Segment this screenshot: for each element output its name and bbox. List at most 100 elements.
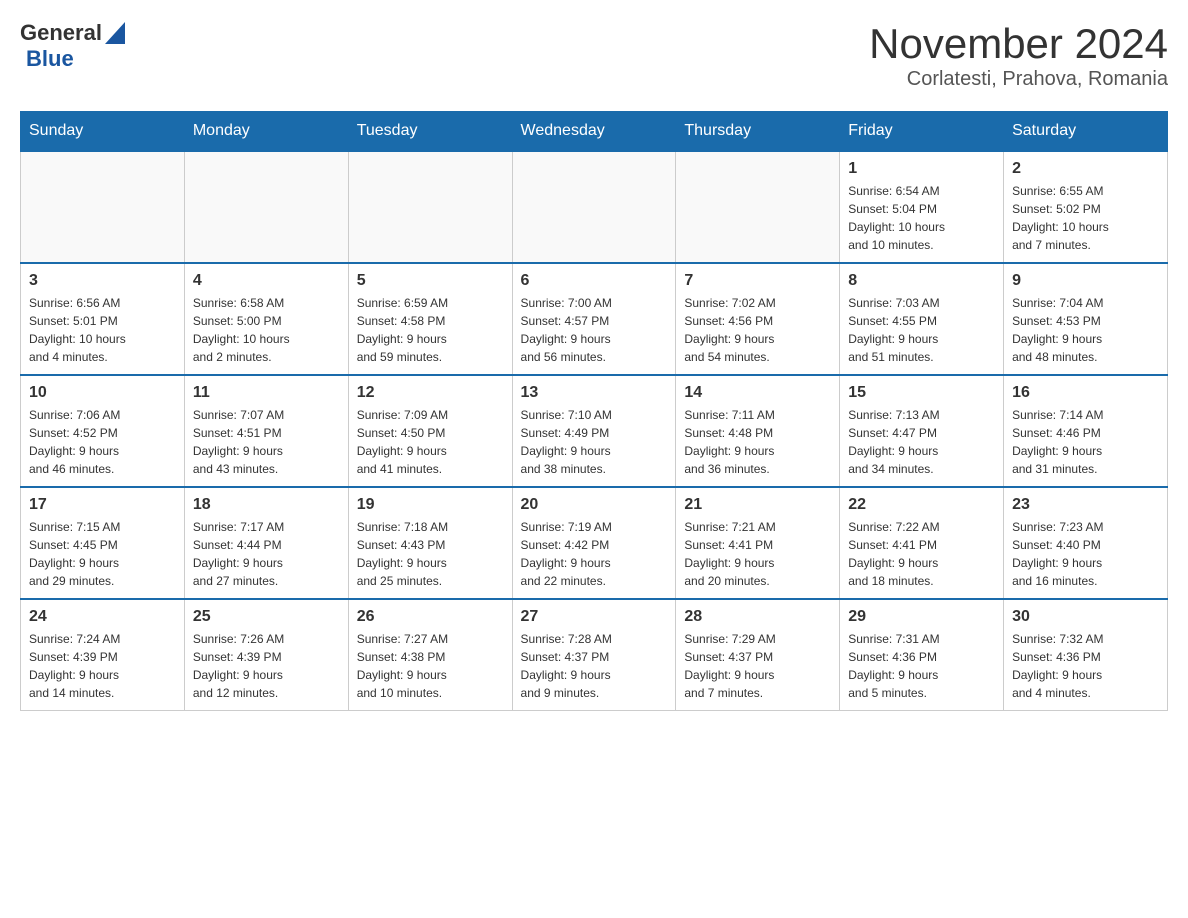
calendar-cell: 12Sunrise: 7:09 AM Sunset: 4:50 PM Dayli… <box>348 375 512 487</box>
day-info: Sunrise: 7:32 AM Sunset: 4:36 PM Dayligh… <box>1012 630 1159 702</box>
day-info: Sunrise: 7:23 AM Sunset: 4:40 PM Dayligh… <box>1012 518 1159 590</box>
calendar-cell: 2Sunrise: 6:55 AM Sunset: 5:02 PM Daylig… <box>1004 151 1168 263</box>
day-number: 9 <box>1012 272 1159 290</box>
day-number: 6 <box>521 272 668 290</box>
day-number: 3 <box>29 272 176 290</box>
day-number: 19 <box>357 496 504 514</box>
logo-triangle-icon <box>105 22 125 44</box>
header-wednesday: Wednesday <box>512 112 676 152</box>
week-row-5: 24 Sunrise: 7:24 AM Sunset: 4:39 PM Dayli… <box>21 599 1168 711</box>
calendar-cell: 27 Sunrise: 7:28 AM Sunset: 4:37 PM Dayli… <box>512 599 676 711</box>
header-tuesday: Tuesday <box>348 112 512 152</box>
logo-blue-text: Blue <box>26 46 74 72</box>
calendar-cell: 1 Sunrise: 6:54 AM Sunset: 5:04 PM Daylig… <box>840 151 1004 263</box>
day-number: 15 <box>848 384 995 402</box>
calendar-title: November 2024 <box>869 20 1168 68</box>
day-info: Sunrise: 7:10 AM Sunset: 4:49 PM Dayligh… <box>521 406 668 478</box>
calendar-cell: 29 Sunrise: 7:31 AM Sunset: 4:36 PM Dayli… <box>840 599 1004 711</box>
calendar-cell: 15Sunrise: 7:13 AM Sunset: 4:47 PM Dayli… <box>840 375 1004 487</box>
day-number: 13 <box>521 384 668 402</box>
day-number: 22 <box>848 496 995 514</box>
calendar-cell: 7Sunrise: 7:02 AM Sunset: 4:56 PM Daylig… <box>676 263 840 375</box>
day-info: Sunrise: 6:55 AM Sunset: 5:02 PM Dayligh… <box>1012 182 1159 254</box>
day-number: 24 <box>29 608 176 626</box>
calendar-cell: 6 Sunrise: 7:00 AM Sunset: 4:57 PM Daylig… <box>512 263 676 375</box>
day-info: Sunrise: 7:14 AM Sunset: 4:46 PM Dayligh… <box>1012 406 1159 478</box>
calendar-cell <box>512 151 676 263</box>
calendar-cell <box>348 151 512 263</box>
calendar-cell <box>21 151 185 263</box>
calendar-cell: 4 Sunrise: 6:58 AM Sunset: 5:00 PM Daylig… <box>184 263 348 375</box>
calendar-cell <box>676 151 840 263</box>
day-number: 21 <box>684 496 831 514</box>
day-number: 11 <box>193 384 340 402</box>
logo: General Blue <box>20 20 125 72</box>
day-info: Sunrise: 7:07 AM Sunset: 4:51 PM Dayligh… <box>193 406 340 478</box>
week-row-4: 17Sunrise: 7:15 AM Sunset: 4:45 PM Dayli… <box>21 487 1168 599</box>
day-number: 25 <box>193 608 340 626</box>
day-info: Sunrise: 7:27 AM Sunset: 4:38 PM Dayligh… <box>357 630 504 702</box>
day-number: 4 <box>193 272 340 290</box>
calendar-header-row: SundayMondayTuesdayWednesdayThursdayFrid… <box>21 112 1168 152</box>
calendar-subtitle: Corlatesti, Prahova, Romania <box>869 68 1168 91</box>
calendar-cell: 13 Sunrise: 7:10 AM Sunset: 4:49 PM Dayli… <box>512 375 676 487</box>
day-number: 18 <box>193 496 340 514</box>
header-thursday: Thursday <box>676 112 840 152</box>
day-info: Sunrise: 7:26 AM Sunset: 4:39 PM Dayligh… <box>193 630 340 702</box>
calendar-cell: 18 Sunrise: 7:17 AM Sunset: 4:44 PM Dayli… <box>184 487 348 599</box>
day-info: Sunrise: 7:02 AM Sunset: 4:56 PM Dayligh… <box>684 294 831 366</box>
day-number: 27 <box>521 608 668 626</box>
calendar-cell: 5 Sunrise: 6:59 AM Sunset: 4:58 PM Daylig… <box>348 263 512 375</box>
day-number: 10 <box>29 384 176 402</box>
day-info: Sunrise: 7:03 AM Sunset: 4:55 PM Dayligh… <box>848 294 995 366</box>
calendar-cell: 26Sunrise: 7:27 AM Sunset: 4:38 PM Dayli… <box>348 599 512 711</box>
calendar-cell: 28 Sunrise: 7:29 AM Sunset: 4:37 PM Dayli… <box>676 599 840 711</box>
day-info: Sunrise: 6:54 AM Sunset: 5:04 PM Dayligh… <box>848 182 995 254</box>
calendar-cell <box>184 151 348 263</box>
day-info: Sunrise: 6:56 AM Sunset: 5:01 PM Dayligh… <box>29 294 176 366</box>
day-number: 23 <box>1012 496 1159 514</box>
day-info: Sunrise: 7:00 AM Sunset: 4:57 PM Dayligh… <box>521 294 668 366</box>
day-info: Sunrise: 7:19 AM Sunset: 4:42 PM Dayligh… <box>521 518 668 590</box>
page-header: General Blue November 2024 Corlatesti, P… <box>20 20 1168 91</box>
day-number: 28 <box>684 608 831 626</box>
day-info: Sunrise: 7:21 AM Sunset: 4:41 PM Dayligh… <box>684 518 831 590</box>
day-info: Sunrise: 7:31 AM Sunset: 4:36 PM Dayligh… <box>848 630 995 702</box>
day-number: 20 <box>521 496 668 514</box>
day-number: 29 <box>848 608 995 626</box>
day-info: Sunrise: 7:17 AM Sunset: 4:44 PM Dayligh… <box>193 518 340 590</box>
day-number: 14 <box>684 384 831 402</box>
day-info: Sunrise: 7:28 AM Sunset: 4:37 PM Dayligh… <box>521 630 668 702</box>
header-sunday: Sunday <box>21 112 185 152</box>
day-info: Sunrise: 6:58 AM Sunset: 5:00 PM Dayligh… <box>193 294 340 366</box>
header-monday: Monday <box>184 112 348 152</box>
day-number: 5 <box>357 272 504 290</box>
week-row-3: 10Sunrise: 7:06 AM Sunset: 4:52 PM Dayli… <box>21 375 1168 487</box>
day-info: Sunrise: 7:29 AM Sunset: 4:37 PM Dayligh… <box>684 630 831 702</box>
day-number: 8 <box>848 272 995 290</box>
calendar-cell: 20 Sunrise: 7:19 AM Sunset: 4:42 PM Dayli… <box>512 487 676 599</box>
day-info: Sunrise: 7:22 AM Sunset: 4:41 PM Dayligh… <box>848 518 995 590</box>
day-info: Sunrise: 7:15 AM Sunset: 4:45 PM Dayligh… <box>29 518 176 590</box>
calendar-cell: 22 Sunrise: 7:22 AM Sunset: 4:41 PM Dayli… <box>840 487 1004 599</box>
day-info: Sunrise: 7:18 AM Sunset: 4:43 PM Dayligh… <box>357 518 504 590</box>
calendar-cell: 9 Sunrise: 7:04 AM Sunset: 4:53 PM Daylig… <box>1004 263 1168 375</box>
day-info: Sunrise: 7:04 AM Sunset: 4:53 PM Dayligh… <box>1012 294 1159 366</box>
day-info: Sunrise: 6:59 AM Sunset: 4:58 PM Dayligh… <box>357 294 504 366</box>
day-number: 16 <box>1012 384 1159 402</box>
calendar-cell: 19 Sunrise: 7:18 AM Sunset: 4:43 PM Dayli… <box>348 487 512 599</box>
calendar-cell: 14Sunrise: 7:11 AM Sunset: 4:48 PM Dayli… <box>676 375 840 487</box>
calendar-cell: 8 Sunrise: 7:03 AM Sunset: 4:55 PM Daylig… <box>840 263 1004 375</box>
calendar-cell: 11 Sunrise: 7:07 AM Sunset: 4:51 PM Dayli… <box>184 375 348 487</box>
day-number: 30 <box>1012 608 1159 626</box>
day-number: 1 <box>848 160 995 178</box>
calendar-cell: 21 Sunrise: 7:21 AM Sunset: 4:41 PM Dayli… <box>676 487 840 599</box>
title-section: November 2024 Corlatesti, Prahova, Roman… <box>869 20 1168 91</box>
calendar-cell: 25 Sunrise: 7:26 AM Sunset: 4:39 PM Dayli… <box>184 599 348 711</box>
week-row-2: 3 Sunrise: 6:56 AM Sunset: 5:01 PM Daylig… <box>21 263 1168 375</box>
calendar-cell: 24 Sunrise: 7:24 AM Sunset: 4:39 PM Dayli… <box>21 599 185 711</box>
calendar-cell: 17Sunrise: 7:15 AM Sunset: 4:45 PM Dayli… <box>21 487 185 599</box>
day-info: Sunrise: 7:24 AM Sunset: 4:39 PM Dayligh… <box>29 630 176 702</box>
calendar-cell: 30 Sunrise: 7:32 AM Sunset: 4:36 PM Dayli… <box>1004 599 1168 711</box>
week-row-1: 1 Sunrise: 6:54 AM Sunset: 5:04 PM Daylig… <box>21 151 1168 263</box>
